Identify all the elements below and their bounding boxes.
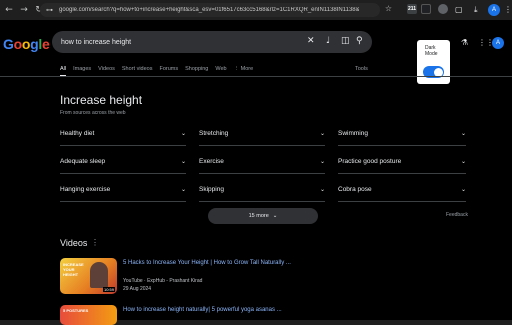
dark-mode-label-line2: Mode: [425, 51, 438, 57]
search-tabs: All Images Videos Short videos Forums Sh…: [60, 66, 260, 77]
lens-camera-icon[interactable]: ◫: [341, 36, 350, 46]
logo-letter: e: [41, 36, 50, 52]
topic-label: Healthy diet: [60, 130, 95, 137]
dark-mode-popup: Dark Mode: [417, 40, 450, 84]
address-bar[interactable]: ⊶ google.com/search?q=how+to+increase+he…: [40, 3, 392, 17]
topic-item[interactable]: Hanging exercise ⌄: [60, 178, 186, 202]
tab-videos[interactable]: Videos: [98, 66, 115, 72]
browser-toolbar: ← → ↻ ⊶ google.com/search?q=how+to+incre…: [0, 0, 512, 20]
tab-all[interactable]: All: [60, 66, 67, 77]
chevron-down-icon: ⌄: [180, 130, 186, 137]
videos-heading: Videos: [60, 238, 88, 248]
chevron-down-icon: ⌄: [460, 130, 466, 137]
tab-more[interactable]: ⋮ More: [234, 66, 254, 72]
chevron-down-icon: ⌄: [319, 130, 325, 137]
thumbnail-caption: 5 POSTURES: [63, 308, 89, 313]
topic-label: Adequate sleep: [60, 158, 106, 165]
topic-item[interactable]: Adequate sleep ⌄: [60, 150, 186, 174]
chevron-down-icon: ⌄: [319, 186, 325, 193]
url-text: google.com/search?q=how+to+increase+heig…: [59, 7, 359, 13]
search-icon[interactable]: ⚲: [356, 36, 363, 46]
topic-label: Practice good posture: [338, 158, 402, 165]
chevron-down-icon: ⌄: [180, 186, 186, 193]
more-options-icon[interactable]: ⋮: [91, 238, 99, 247]
topic-label: Skipping: [199, 186, 224, 193]
tab-forums[interactable]: Forums: [159, 66, 178, 72]
topic-label: Stretching: [199, 130, 229, 137]
chevron-down-icon: ⌄: [272, 213, 278, 219]
topic-label: Swimming: [338, 130, 368, 137]
topic-item[interactable]: Stretching ⌄: [199, 122, 325, 146]
chevron-down-icon: ⌄: [460, 158, 466, 165]
labs-flask-icon[interactable]: ⚗: [461, 38, 468, 47]
clear-icon[interactable]: ✕: [307, 36, 315, 46]
topic-item[interactable]: Healthy diet ⌄: [60, 122, 186, 146]
video-duration: 10:59: [102, 287, 115, 292]
topic-item[interactable]: Swimming ⌄: [338, 122, 466, 146]
microphone-icon[interactable]: ♩: [326, 36, 330, 46]
topic-label: Hanging exercise: [60, 186, 111, 193]
feedback-link[interactable]: Feedback: [446, 212, 468, 218]
search-input[interactable]: how to increase height: [61, 39, 131, 46]
google-logo[interactable]: Google: [3, 36, 50, 52]
logo-letter: G: [3, 36, 14, 52]
result-heading: Increase height: [60, 93, 143, 107]
site-info-icon[interactable]: ⊶: [46, 6, 53, 14]
topic-item[interactable]: Exercise ⌄: [199, 150, 325, 174]
account-avatar[interactable]: A: [492, 37, 504, 49]
video-source: YouTube · ExpHub - Prashant Kirad: [123, 278, 203, 284]
tab-short-videos[interactable]: Short videos: [122, 66, 153, 72]
extensions-puzzle-icon[interactable]: ▢: [455, 5, 463, 14]
dark-mode-label: Dark Mode: [425, 45, 438, 57]
tab-images[interactable]: Images: [73, 66, 91, 72]
show-more-button[interactable]: 15 more ⌄: [208, 208, 318, 224]
download-icon[interactable]: ⤓: [474, 5, 478, 15]
back-icon[interactable]: ←: [3, 4, 15, 16]
person-figure: [90, 262, 108, 288]
tools-button[interactable]: Tools: [355, 66, 368, 72]
show-more-label: 15 more: [248, 213, 269, 219]
video-thumbnail[interactable]: INCREASE YOUR HEIGHT 10:59: [60, 258, 117, 294]
video-title-link[interactable]: How to increase height naturally| 5 powe…: [123, 307, 282, 313]
browser-menu-icon[interactable]: ⋮: [504, 5, 512, 14]
search-box[interactable]: how to increase height ✕ ♩ ◫ ⚲: [52, 31, 372, 53]
topic-label: Cobra pose: [338, 186, 372, 193]
thumbnail-caption: INCREASE YOUR HEIGHT: [63, 262, 84, 277]
video-thumbnail[interactable]: 5 POSTURES: [60, 305, 117, 325]
topic-item[interactable]: Practice good posture ⌄: [338, 150, 466, 174]
extension-icon[interactable]: [421, 4, 431, 14]
chevron-down-icon: ⌄: [180, 158, 186, 165]
dark-mode-extension-icon[interactable]: [438, 4, 448, 14]
tab-shopping[interactable]: Shopping: [185, 66, 208, 72]
result-subheading: From sources across the web: [60, 110, 126, 116]
video-title-link[interactable]: 5 Hacks to Increase Your Height | How to…: [123, 260, 291, 266]
tabs-divider: [0, 76, 512, 77]
bookmark-star-icon[interactable]: ☆: [385, 4, 392, 13]
topic-item[interactable]: Skipping ⌄: [199, 178, 325, 202]
video-date: 29 Aug 2024: [123, 286, 152, 292]
extension-badge[interactable]: 211: [407, 4, 417, 14]
chevron-down-icon: ⌄: [319, 158, 325, 165]
forward-icon[interactable]: →: [18, 4, 30, 16]
tab-web[interactable]: Web: [215, 66, 226, 72]
logo-letter: o: [13, 36, 23, 52]
chevron-down-icon: ⌄: [460, 186, 466, 193]
browser-profile-avatar[interactable]: A: [488, 4, 500, 16]
topic-label: Exercise: [199, 158, 224, 165]
topic-item[interactable]: Cobra pose ⌄: [338, 178, 466, 202]
logo-letter: o: [21, 36, 31, 52]
search-results-page: Google how to increase height ✕ ♩ ◫ ⚲ ⚗ …: [0, 20, 512, 325]
